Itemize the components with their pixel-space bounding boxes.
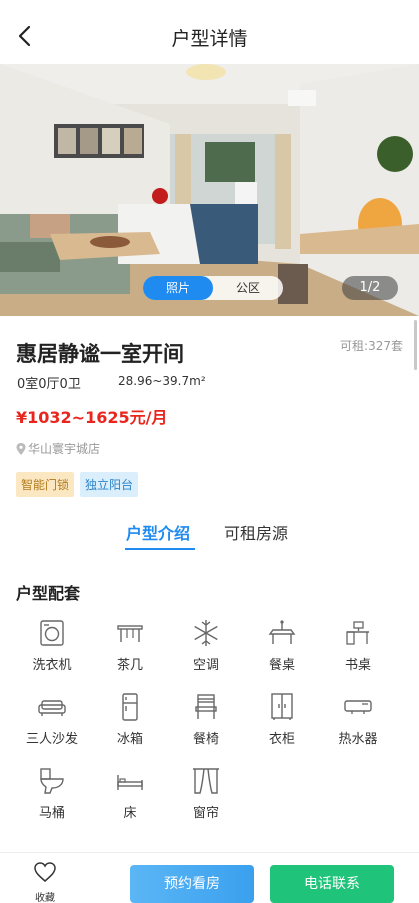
call-button[interactable]: 电话联系: [270, 865, 394, 903]
facility-item: 床: [92, 766, 168, 826]
facility-item: 衣柜: [244, 692, 320, 752]
facility-item: 书桌: [320, 618, 396, 678]
water-heater-icon: [344, 700, 372, 714]
dining-chair-icon: [195, 694, 217, 719]
favorite-label: 收藏: [35, 893, 55, 903]
facility-item: 三人沙发: [14, 692, 90, 752]
facility-item: 马桶: [14, 766, 90, 826]
facility-item: 窗帘: [168, 766, 244, 826]
facility-item: 洗衣机: [14, 618, 90, 678]
heart-icon: [34, 862, 56, 882]
available-count: 可租:327套: [340, 339, 403, 353]
page-title: 户型详情: [171, 28, 248, 50]
facility-item: 茶几: [92, 618, 168, 678]
facilities-title: 户型配套: [16, 584, 81, 603]
active-tab-indicator: [125, 548, 195, 550]
sofa-icon: [38, 700, 66, 716]
store-location[interactable]: 华山寰宇城店: [16, 440, 100, 457]
tab-photos[interactable]: 照片: [143, 276, 213, 300]
facility-item: 空调: [168, 618, 244, 678]
coffee-table-icon: [117, 625, 143, 642]
tab-public-area[interactable]: 公区: [213, 276, 283, 300]
location-pin-icon: [16, 442, 26, 455]
photo-tabs: 照片 公区: [143, 276, 283, 300]
fridge-icon: [122, 693, 138, 721]
bed-icon: [117, 775, 143, 790]
washing-machine-icon: [40, 620, 64, 646]
section-tabs: 户型介绍 可租房源: [0, 520, 419, 550]
room-title: 惠居静谧一室开间: [16, 342, 184, 366]
facility-item: 餐桌: [244, 618, 320, 678]
toilet-icon: [40, 768, 64, 794]
feature-tags: 智能门锁 独立阳台: [16, 472, 139, 497]
tab-available-listings[interactable]: 可租房源: [224, 520, 288, 544]
facility-item: 餐椅: [168, 692, 244, 752]
dining-table-icon: [268, 620, 296, 644]
tag-smart-lock: 智能门锁: [16, 472, 75, 497]
photo-counter: 1/2: [342, 276, 398, 300]
wardrobe-icon: [271, 693, 293, 720]
snowflake-icon: [194, 620, 218, 646]
tab-layout-intro[interactable]: 户型介绍: [126, 520, 190, 544]
room-area: 28.96~39.7m²: [118, 374, 206, 388]
room-layout: 0室0厅0卫: [17, 377, 81, 392]
tag-private-balcony: 独立阳台: [80, 472, 139, 497]
desk-icon: [346, 621, 369, 645]
price-range: ¥1032~1625元/月: [16, 408, 168, 427]
facility-item: 热水器: [320, 692, 396, 752]
curtain-icon: [193, 768, 219, 794]
header-bar: 户型详情: [0, 0, 419, 64]
facility-item: 冰箱: [92, 692, 168, 752]
scrollbar[interactable]: [414, 320, 417, 370]
store-name: 华山寰宇城店: [28, 442, 101, 456]
bottom-action-bar: 收藏 预约看房 电话联系: [0, 852, 419, 903]
favorite-button[interactable]: 收藏: [28, 861, 62, 903]
book-viewing-button[interactable]: 预约看房: [130, 865, 254, 903]
